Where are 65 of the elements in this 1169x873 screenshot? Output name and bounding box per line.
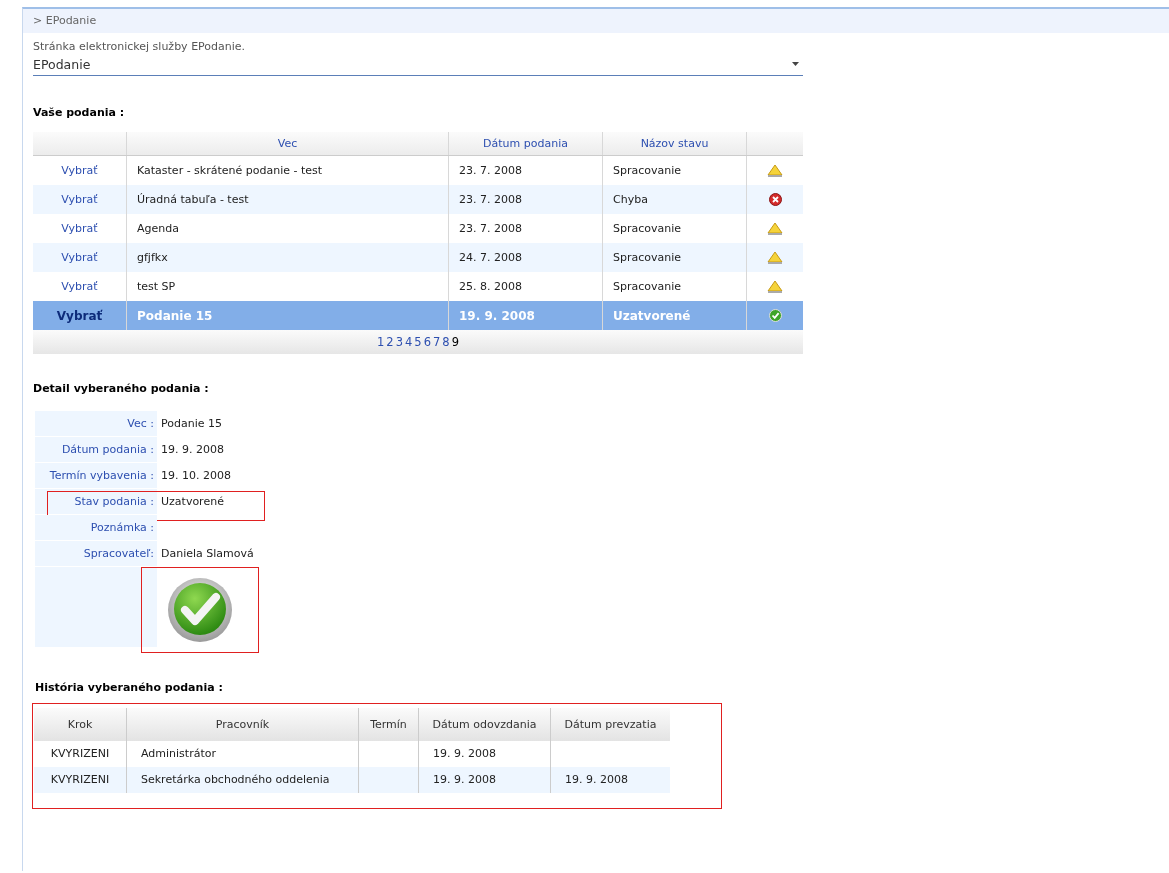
field-label: Vec : (35, 411, 157, 436)
page-link[interactable]: 6 (423, 335, 431, 349)
table-cell: KVYRIZENI (50, 747, 110, 760)
field-value: 19. 10. 2008 (161, 469, 231, 482)
table-cell: 19. 9. 2008 (459, 308, 535, 323)
table-cell: Chyba (613, 193, 648, 206)
table-cell: 19. 9. 2008 (433, 773, 496, 786)
table-cell: Uzatvorené (613, 308, 691, 323)
select-link[interactable]: Vybrať (61, 222, 98, 235)
table-cell: Sekretárka obchodného oddelenia (141, 773, 330, 786)
field-label: Termín vybavenia : (35, 463, 157, 488)
table-cell: KVYRIZENI (50, 773, 110, 786)
table-cell: gfjfkx (137, 251, 168, 264)
table-cell: Spracovanie (613, 222, 682, 235)
table-cell: Spracovanie (613, 280, 682, 293)
select-link[interactable]: Vybrať (61, 193, 98, 206)
page-description: Stránka elektronickej služby EPodanie. (33, 40, 247, 53)
field-label: Spracovateľ: (35, 541, 157, 566)
page-link[interactable]: 1 (377, 335, 385, 349)
table-cell: Podanie 15 (137, 308, 213, 323)
page-link[interactable]: 5 (414, 335, 422, 349)
column-header[interactable]: Dátum podania (449, 132, 603, 155)
table-cell: 23. 7. 2008 (459, 193, 522, 206)
page-link[interactable]: 9 (451, 335, 459, 349)
page-link[interactable]: 8 (442, 335, 450, 349)
select-link[interactable]: Vybrať (56, 308, 103, 323)
breadcrumb: > EPodanie (23, 9, 1169, 33)
field-value: Podanie 15 (161, 417, 222, 430)
table-cell: Spracovanie (613, 164, 682, 177)
field-value: 19. 9. 2008 (161, 443, 224, 456)
table-cell: Spracovanie (613, 251, 682, 264)
field-label: Stav podania : (35, 489, 157, 514)
table-row[interactable]: Vybrať Úradná tabuľa - test 23. 7. 2008 Chyba (33, 185, 803, 214)
table-cell: 23. 7. 2008 (459, 164, 522, 177)
section-title: Detail vyberaného podania : (33, 382, 210, 395)
field-label: Poznámka : (35, 515, 157, 540)
column-header: Dátum prevzatia (563, 717, 658, 733)
select-link[interactable]: Vybrať (61, 251, 98, 264)
table-cell: Úradná tabuľa - test (137, 193, 249, 206)
table-cell: 23. 7. 2008 (459, 222, 522, 235)
section-title: Vaše podania : (33, 106, 126, 119)
field-value: Uzatvorené (161, 495, 224, 508)
table-cell: 25. 8. 2008 (459, 280, 522, 293)
column-header[interactable]: Vec (127, 132, 449, 155)
table-row[interactable]: Vybrať Podanie 15 19. 9. 2008 Uzatvorené (33, 301, 803, 330)
page-link[interactable]: 2 (386, 335, 394, 349)
page-link[interactable]: 7 (433, 335, 441, 349)
field-label: Dátum podania : (35, 437, 157, 462)
page-link[interactable]: 3 (395, 335, 403, 349)
table-cell: Administrátor (141, 747, 216, 760)
table-cell: 19. 9. 2008 (565, 773, 628, 786)
section-title: História vyberaného podania : (35, 681, 224, 694)
table-row[interactable]: Vybrať gfjfkx 24. 7. 2008 Spracovanie (33, 243, 803, 272)
table-cell: 24. 7. 2008 (459, 251, 522, 264)
field-value: Daniela Slamová (161, 547, 254, 560)
caret-icon (792, 62, 799, 66)
column-header[interactable]: Názov stavu (603, 132, 747, 155)
select-link[interactable]: Vybrať (61, 164, 98, 177)
service-select[interactable]: EPodanie (33, 53, 803, 76)
table-cell: Agenda (137, 222, 179, 235)
page-link[interactable]: 4 (405, 335, 413, 349)
table-cell: test SP (137, 280, 176, 293)
table-cell: 19. 9. 2008 (433, 747, 496, 760)
table-cell: Kataster - skrátené podanie - test (137, 164, 323, 177)
select-link[interactable]: Vybrať (61, 280, 98, 293)
